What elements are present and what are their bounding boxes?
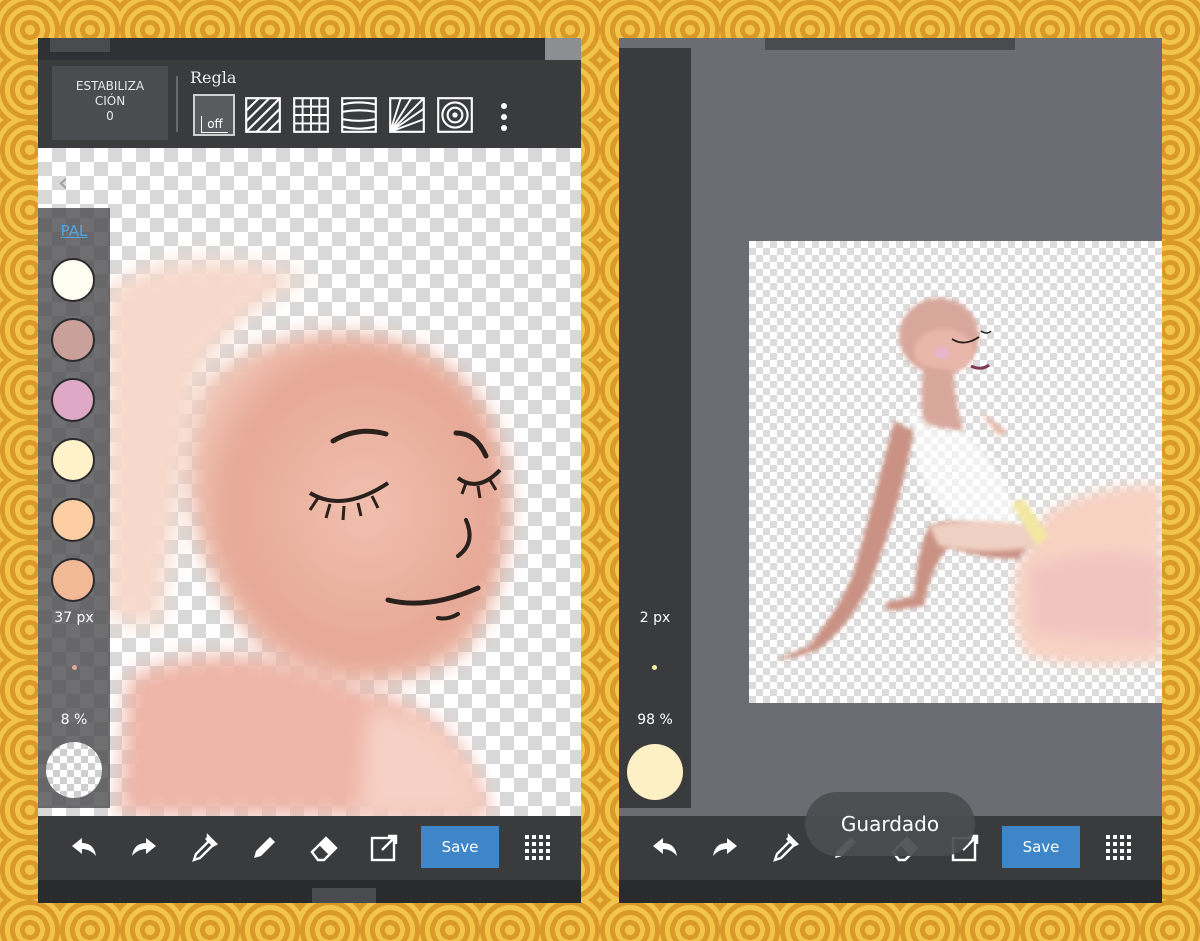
stabilization-label-1: ESTABILIZA [75, 79, 145, 93]
palette-swatch[interactable] [51, 378, 95, 422]
perspective-ruler-button[interactable] [338, 94, 380, 136]
redo-icon[interactable] [128, 832, 160, 864]
bottom-toolbar: Save [38, 816, 581, 880]
save-button[interactable]: Save [1002, 826, 1080, 868]
radial-ruler-button[interactable] [386, 94, 428, 136]
drawing-canvas[interactable]: ‹ [38, 148, 581, 816]
ruler-toolbar: ESTABILIZA CIÓN 0 Regla off [38, 60, 581, 148]
ruler-off-label: off [201, 116, 228, 133]
bottom-nav-strip [619, 880, 1162, 903]
drawing-canvas[interactable] [749, 241, 1162, 703]
current-color-swatch[interactable] [46, 742, 102, 798]
undo-icon[interactable] [649, 832, 681, 864]
save-button[interactable]: Save [421, 826, 499, 868]
brush-preview-dot [652, 665, 657, 670]
palette-link[interactable]: PAL [38, 222, 110, 240]
parallel-lines-icon [245, 97, 281, 133]
left-sidebar: 2 px 98 % [619, 48, 691, 808]
top-bar-ghost [765, 38, 1015, 50]
eyedropper-icon[interactable] [769, 832, 801, 864]
eyedropper-icon[interactable] [188, 832, 220, 864]
left-sidebar: PAL 37 px 8 % [38, 208, 110, 808]
grid-menu-icon[interactable] [524, 834, 550, 860]
undo-icon[interactable] [68, 832, 100, 864]
grid-ruler-button[interactable] [290, 94, 332, 136]
bottom-tab [312, 888, 376, 903]
right-app-screenshot: 2 px 98 % Save Guardado [619, 38, 1162, 903]
concentric-ruler-button[interactable] [434, 94, 476, 136]
grid-icon [293, 97, 329, 133]
top-tab-right [545, 38, 581, 60]
opacity-label[interactable]: 98 % [619, 712, 691, 728]
more-options-icon[interactable] [494, 100, 514, 134]
perspective-lines-icon [341, 97, 377, 133]
ruler-label: Regla [190, 68, 237, 87]
ruler-off-button[interactable]: off [193, 94, 235, 136]
palette-swatch[interactable] [51, 258, 95, 302]
top-status-strip [38, 38, 581, 60]
chevron-left-icon[interactable]: ‹ [58, 168, 68, 198]
current-color-swatch[interactable] [627, 744, 683, 800]
grid-menu-icon[interactable] [1105, 834, 1131, 860]
bottom-nav-strip [38, 880, 581, 903]
palette-swatch[interactable] [51, 498, 95, 542]
artwork-figure [777, 298, 1162, 665]
redo-icon[interactable] [709, 832, 741, 864]
brush-size-label[interactable]: 37 px [38, 610, 110, 626]
palette-swatch[interactable] [51, 558, 95, 602]
stabilization-value: 0 [106, 109, 114, 123]
top-tab [50, 38, 110, 52]
artwork-closeup [108, 260, 509, 816]
concentric-circles-icon [437, 97, 473, 133]
brush-preview-dot [72, 665, 77, 670]
toolbar-divider [176, 76, 178, 132]
export-icon[interactable] [368, 832, 400, 864]
eraser-icon[interactable] [308, 832, 340, 864]
brush-size-label[interactable]: 2 px [619, 610, 691, 626]
parallel-ruler-button[interactable] [242, 94, 284, 136]
saved-toast: Guardado [805, 792, 975, 856]
palette-swatch[interactable] [51, 318, 95, 362]
palette-swatch[interactable] [51, 438, 95, 482]
stabilization-button[interactable]: ESTABILIZA CIÓN 0 [52, 66, 168, 140]
stabilization-label-2: CIÓN [94, 94, 126, 108]
left-app-screenshot: ESTABILIZA CIÓN 0 Regla off ‹ PAL 37 px … [38, 38, 581, 903]
pen-icon[interactable] [248, 832, 280, 864]
opacity-label[interactable]: 8 % [38, 712, 110, 728]
radial-lines-icon [389, 97, 425, 133]
